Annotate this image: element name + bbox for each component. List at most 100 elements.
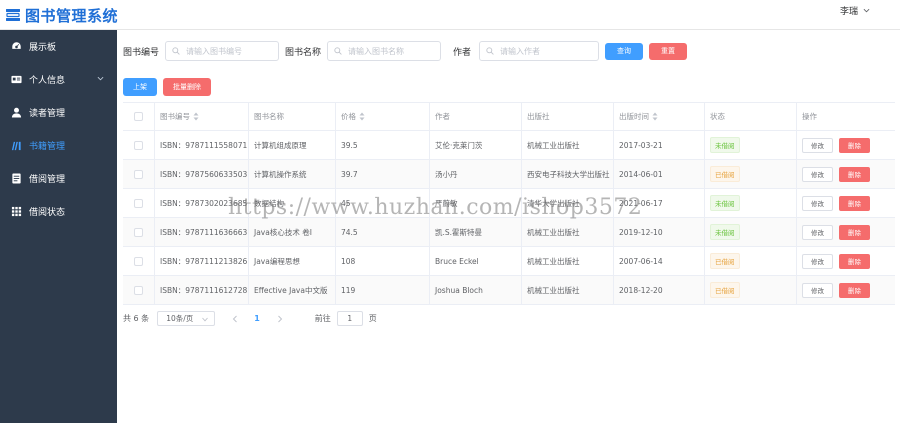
sort-icon[interactable] xyxy=(652,112,658,121)
sidebar-item-dashboard[interactable]: 展示板 xyxy=(0,30,117,62)
page-size-select[interactable]: 10条/页 xyxy=(157,311,216,326)
status-badge: 已借阅 xyxy=(710,253,740,269)
isbn-input[interactable] xyxy=(186,46,269,56)
book-name-cell: 计算机组成原理 xyxy=(249,131,336,159)
sidebar-item-borrow-status[interactable]: 借阅状态 xyxy=(0,195,117,227)
publisher-cell: 西安电子科技大学出版社 xyxy=(522,160,614,188)
publisher-text: 清华大学出版社 xyxy=(527,198,580,208)
user-menu[interactable]: 李瑞 xyxy=(840,4,870,17)
delete-button[interactable]: 删除 xyxy=(839,224,870,240)
delete-button[interactable]: 删除 xyxy=(839,166,870,182)
sidebar: 展示板 个人信息 读者管理 书籍管理 借阅管理 借阅状态 xyxy=(0,30,117,423)
reset-button[interactable]: 重置 xyxy=(649,42,688,60)
header-label: 图书名称 xyxy=(254,112,284,121)
table-row: ISBN：9787111213826 Java编程思想 108 Bruce Eckel… xyxy=(123,247,895,276)
price-text: 39.7 xyxy=(341,169,358,179)
book-name-cell: 计算机操作系统 xyxy=(249,160,336,188)
goto-page-input[interactable]: 1 xyxy=(336,311,363,326)
goto-suffix: 页 xyxy=(368,314,377,323)
edit-button[interactable]: 修改 xyxy=(802,195,833,211)
isbn-text: ISBN：9787111558071 xyxy=(160,140,248,150)
status-cell: 已借阅 xyxy=(705,276,797,304)
select-all-cell xyxy=(123,103,155,130)
header-label: 作者 xyxy=(435,112,450,121)
isbn-text: ISBN：9787302023685 xyxy=(160,198,248,208)
goto-prefix: 前往 xyxy=(314,314,331,323)
date-text: 2014-06-01 xyxy=(619,169,663,179)
book-name-cell: Java核心技术 卷I xyxy=(249,218,336,246)
author-text: 艾伦·克莱门茨 xyxy=(435,140,483,150)
isbn-input-wrapper[interactable] xyxy=(165,41,280,61)
sort-icon[interactable] xyxy=(359,112,365,121)
table-row: ISBN：9787302023685 数据结构 45 严蔚敏 清华大学出版社 2021-0… xyxy=(123,189,895,218)
select-cell xyxy=(123,160,155,188)
status-cell: 已借阅 xyxy=(705,160,797,188)
edit-button[interactable]: 修改 xyxy=(802,253,833,269)
row-checkbox[interactable] xyxy=(134,198,143,208)
user-name: 李瑞 xyxy=(839,7,858,17)
publisher-text: 西安电子科技大学出版社 xyxy=(527,169,610,179)
book-name-text: 计算机操作系统 xyxy=(254,169,307,179)
delete-button[interactable]: 删除 xyxy=(839,137,870,153)
book-name-input-wrapper[interactable] xyxy=(327,41,442,61)
isbn-text: ISBN：9787111612728 xyxy=(160,285,248,295)
table-row: ISBN：9787111636663 Java核心技术 卷I 74.5 凯.S.霍斯特… xyxy=(123,218,895,247)
select-cell xyxy=(123,247,155,275)
author-text: Bruce Eckel xyxy=(435,256,479,266)
isbn-cell: ISBN：9787111558071 xyxy=(155,131,249,159)
sidebar-item-borrow-manage[interactable]: 借阅管理 xyxy=(0,162,117,194)
author-cell: Joshua Bloch xyxy=(430,276,522,304)
status-cell: 未借阅 xyxy=(705,131,797,159)
select-all-checkbox[interactable] xyxy=(134,112,143,121)
author-cell: 严蔚敏 xyxy=(430,189,522,217)
sort-icon[interactable] xyxy=(193,112,199,121)
book-name-input[interactable] xyxy=(348,46,431,56)
sidebar-item-profile[interactable]: 个人信息 xyxy=(0,63,117,95)
date-cell: 2014-06-01 xyxy=(614,160,705,188)
isbn-cell: ISBN：9787111213826 xyxy=(155,247,249,275)
date-cell: 2021-06-17 xyxy=(614,189,705,217)
edit-button[interactable]: 修改 xyxy=(802,166,833,182)
sidebar-item-label: 读者管理 xyxy=(29,108,66,119)
isbn-cell: ISBN：9787302023685 xyxy=(155,189,249,217)
edit-button[interactable]: 修改 xyxy=(802,282,833,298)
sidebar-item-books[interactable]: 书籍管理 xyxy=(0,129,117,161)
publisher-cell: 机械工业出版社 xyxy=(522,131,614,159)
row-checkbox[interactable] xyxy=(134,140,143,150)
table-body: ISBN：9787111558071 计算机组成原理 39.5 艾伦·克莱门茨 机械工业… xyxy=(123,131,895,305)
delete-button[interactable]: 删除 xyxy=(839,282,870,298)
edit-button[interactable]: 修改 xyxy=(802,224,833,240)
row-checkbox[interactable] xyxy=(134,285,143,295)
price-cell: 39.5 xyxy=(336,131,430,159)
book-name-text: 计算机组成原理 xyxy=(254,140,307,150)
delete-button[interactable]: 删除 xyxy=(839,195,870,211)
row-checkbox[interactable] xyxy=(134,169,143,179)
publisher-cell: 机械工业出版社 xyxy=(522,247,614,275)
header-isbn[interactable]: 图书编号 xyxy=(155,103,249,130)
actions-cell: 修改 删除 xyxy=(797,131,895,159)
current-page[interactable]: 1 xyxy=(254,314,260,323)
delete-button[interactable]: 删除 xyxy=(839,253,870,269)
publisher-text: 机械工业出版社 xyxy=(527,256,580,266)
next-page-icon[interactable] xyxy=(276,315,284,323)
batch-delete-button[interactable]: 批量删除 xyxy=(163,78,211,96)
author-input-wrapper[interactable] xyxy=(479,41,600,61)
book-name-text: Java编程思想 xyxy=(254,256,300,266)
status-badge: 已借阅 xyxy=(710,282,740,298)
header-date[interactable]: 出版时间 xyxy=(614,103,705,130)
book-name-cell: Java编程思想 xyxy=(249,247,336,275)
grid-icon xyxy=(11,206,22,216)
author-input[interactable] xyxy=(500,46,583,56)
row-checkbox[interactable] xyxy=(134,227,143,237)
row-checkbox[interactable] xyxy=(134,256,143,266)
add-book-button[interactable]: 上架 xyxy=(123,78,157,96)
header-price[interactable]: 价格 xyxy=(336,103,430,130)
sidebar-item-readers[interactable]: 读者管理 xyxy=(0,96,117,128)
prev-page-icon[interactable] xyxy=(231,315,239,323)
date-text: 2007-06-14 xyxy=(619,256,663,266)
price-cell: 108 xyxy=(336,247,430,275)
edit-button[interactable]: 修改 xyxy=(802,137,833,153)
actions-cell: 修改 删除 xyxy=(797,189,895,217)
search-button[interactable]: 查询 xyxy=(605,42,644,60)
publisher-cell: 机械工业出版社 xyxy=(522,218,614,246)
